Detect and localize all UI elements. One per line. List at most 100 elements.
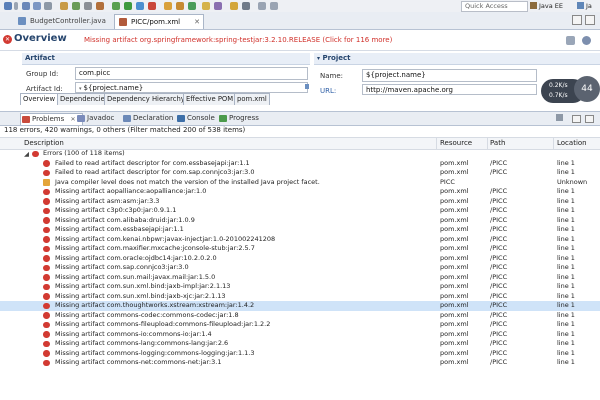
next-annotation-icon[interactable] [242, 2, 250, 10]
save-all-icon[interactable] [33, 2, 41, 10]
table-row[interactable]: Missing artifact com.sun.xml.bind:jaxb-i… [0, 282, 600, 292]
server-icon[interactable] [60, 2, 68, 10]
coverage-icon[interactable] [136, 2, 144, 10]
search-icon[interactable] [214, 2, 222, 10]
column-divider[interactable] [487, 138, 488, 149]
table-row[interactable]: Missing artifact com.sun.xml.bind:jaxb-x… [0, 292, 600, 302]
name-field[interactable]: ${project.name} [362, 69, 537, 82]
print-icon[interactable] [44, 2, 52, 10]
close-icon[interactable]: ✕ [194, 15, 200, 29]
table-row[interactable]: Missing artifact commons-net:commons-net… [0, 358, 600, 368]
row-resource: pom.xml [440, 282, 469, 291]
column-divider[interactable] [553, 138, 554, 149]
error-icon [43, 245, 50, 253]
back-icon[interactable] [258, 2, 266, 10]
annotation-icon[interactable] [230, 2, 238, 10]
table-row[interactable]: Missing artifact commons-codec:commons-c… [0, 311, 600, 321]
table-row[interactable]: Missing artifact com.oracle:ojdbc14:jar:… [0, 254, 600, 264]
row-resource: pom.xml [440, 329, 469, 338]
table-row[interactable]: Missing artifact commons-io:commons-io:j… [0, 330, 600, 340]
col-location[interactable]: Location [557, 139, 587, 147]
table-row[interactable]: Missing artifact c3p0:c3p0:jar:0.9.1.1 po… [0, 206, 600, 216]
open-type-icon[interactable] [202, 2, 210, 10]
save-icon[interactable] [22, 2, 30, 10]
tab-progress[interactable]: Progress [218, 113, 259, 124]
row-resource: pom.xml [440, 348, 469, 357]
download-speed: 0.7K/s [549, 92, 568, 99]
error-icon [43, 302, 50, 310]
db-icon[interactable] [96, 2, 104, 10]
tab-pom-xml-source[interactable]: pom.xml [234, 93, 270, 105]
forward-icon[interactable] [270, 2, 278, 10]
error-group-row[interactable]: ◢ Errors (100 of 118 items) [0, 149, 600, 159]
group-id-field[interactable]: com.picc [75, 67, 308, 80]
debug-icon[interactable] [72, 2, 80, 10]
table-row[interactable]: Missing artifact aopalliance:aopalliance… [0, 187, 600, 197]
run-icon[interactable] [124, 2, 132, 10]
row-location: line 1 [557, 234, 575, 243]
table-row[interactable]: Missing artifact com.maxifier.mxcache:jc… [0, 244, 600, 254]
help-icon[interactable] [582, 36, 591, 45]
table-row[interactable]: Java compiler level does not match the v… [0, 178, 600, 188]
pom-options-icon[interactable] [566, 36, 575, 45]
table-row[interactable]: Failed to read artifact descriptor for c… [0, 159, 600, 169]
collapse-icon[interactable]: ▾ [317, 55, 320, 62]
artifact-id-field[interactable]: ▾ ${project.name} [75, 82, 308, 93]
tab-effective-pom[interactable]: Effective POM [183, 93, 237, 105]
table-row[interactable]: Missing artifact commons-logging:commons… [0, 349, 600, 359]
tab-pom-xml[interactable]: PICC/pom.xml ✕ [114, 14, 204, 29]
url-field[interactable]: http://maven.apache.org [362, 84, 537, 95]
row-description: Failed to read artifact descriptor for c… [55, 168, 255, 177]
new-class-icon[interactable] [188, 2, 196, 10]
tab-console[interactable]: Console [176, 113, 215, 124]
error-icon [43, 160, 50, 167]
new-java-project-icon[interactable] [164, 2, 172, 10]
table-row[interactable]: Missing artifact com.sun.mail:javax.mail… [0, 273, 600, 283]
new-icon[interactable] [4, 2, 12, 10]
table-row[interactable]: Missing artifact com.thoughtworks.xstrea… [0, 301, 600, 311]
view-label: Console [187, 114, 215, 122]
settings-icon[interactable] [84, 2, 92, 10]
perspective-java[interactable]: Ja [577, 1, 592, 11]
row-location: line 1 [557, 320, 575, 329]
maximize-icon[interactable] [585, 15, 595, 25]
external-tools-icon[interactable] [148, 2, 156, 10]
tab-overview[interactable]: Overview [20, 93, 58, 105]
table-row[interactable]: Missing artifact com.kenai.nbpwr:javax-i… [0, 235, 600, 245]
table-row[interactable]: Missing artifact asm:asm:jar:3.3 pom.xml /… [0, 197, 600, 207]
minimize-view-icon[interactable] [572, 115, 581, 123]
table-row[interactable]: Missing artifact com.sap.connjco3:jar:3.… [0, 263, 600, 273]
row-path: /PICC [490, 187, 508, 196]
url-label[interactable]: URL: [320, 87, 336, 95]
table-row[interactable]: Missing artifact commons-fileupload:comm… [0, 320, 600, 330]
table-row[interactable]: Missing artifact commons-lang:commons-la… [0, 339, 600, 349]
error-message-link[interactable]: Missing artifact org.springframework:spr… [84, 36, 392, 44]
tab-javadoc[interactable]: Javadoc [76, 113, 114, 124]
perspective-java-ee[interactable]: Java EE [530, 1, 563, 11]
close-icon[interactable]: ✕ [71, 116, 76, 123]
new-package-icon[interactable] [176, 2, 184, 10]
quick-access-input[interactable]: Quick Access [461, 1, 528, 12]
dropdown-icon[interactable] [14, 2, 18, 10]
col-description[interactable]: Description [24, 139, 64, 147]
row-path: /PICC [490, 329, 508, 338]
table-row[interactable]: Missing artifact com.essbasejapi:jar:1.1… [0, 225, 600, 235]
javadoc-icon [77, 115, 85, 122]
tab-problems[interactable]: Problems ✕ [20, 113, 83, 125]
col-path[interactable]: Path [490, 139, 505, 147]
tab-declaration[interactable]: Declaration [122, 113, 173, 124]
tab-budget-controller[interactable]: BudgetController.java [14, 14, 126, 28]
maximize-view-icon[interactable] [585, 115, 594, 123]
col-resource[interactable]: Resource [440, 139, 472, 147]
chevron-down-icon: ▾ [79, 86, 82, 92]
tab-dependency-hierarchy[interactable]: Dependency Hierarchy [104, 93, 188, 105]
group-id-label: Group Id: [26, 70, 59, 78]
table-row[interactable]: Failed to read artifact descriptor for c… [0, 168, 600, 178]
column-divider[interactable] [436, 138, 437, 149]
view-menu-icon[interactable] [556, 114, 563, 121]
link-icon[interactable] [305, 84, 309, 89]
run-debug-icon[interactable] [112, 2, 120, 10]
table-row[interactable]: Missing artifact com.alibaba:druid:jar:1… [0, 216, 600, 226]
row-location: line 1 [557, 272, 575, 281]
minimize-icon[interactable] [572, 15, 582, 25]
